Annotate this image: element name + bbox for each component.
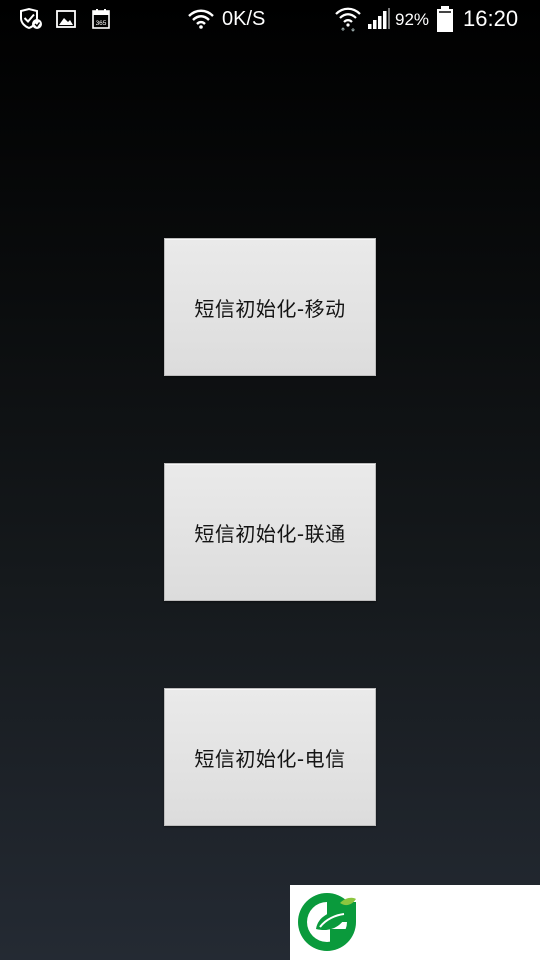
battery-percent: 92% (395, 9, 430, 29)
network-speed: 0K/S (222, 8, 266, 30)
battery-icon (436, 0, 454, 38)
logo-panel (290, 885, 540, 960)
gallery-icon (56, 0, 76, 38)
leaf-logo-icon (296, 889, 358, 955)
sms-init-mobile-button[interactable]: 短信初始化-移动 (164, 238, 376, 376)
wifi-icon (188, 0, 214, 38)
shield-check-icon (18, 0, 44, 38)
status-time: 16:20 (463, 6, 519, 31)
sms-init-unicom-button[interactable]: 短信初始化-联通 (164, 463, 376, 601)
calendar-badge-text: 365 (96, 20, 107, 27)
sms-init-telecom-button[interactable]: 短信初始化-电信 (164, 688, 376, 826)
calendar-365-icon: 365 (92, 0, 110, 38)
sms-init-mobile-label: 短信初始化-移动 (194, 296, 346, 321)
cellular-signal-icon (366, 0, 392, 38)
status-bar: 365 0K/S 92% 16:20 (0, 0, 540, 38)
wifi-signal-icon (334, 0, 362, 38)
sms-init-unicom-label: 短信初始化-联通 (194, 521, 346, 546)
sms-init-telecom-label: 短信初始化-电信 (194, 746, 346, 771)
